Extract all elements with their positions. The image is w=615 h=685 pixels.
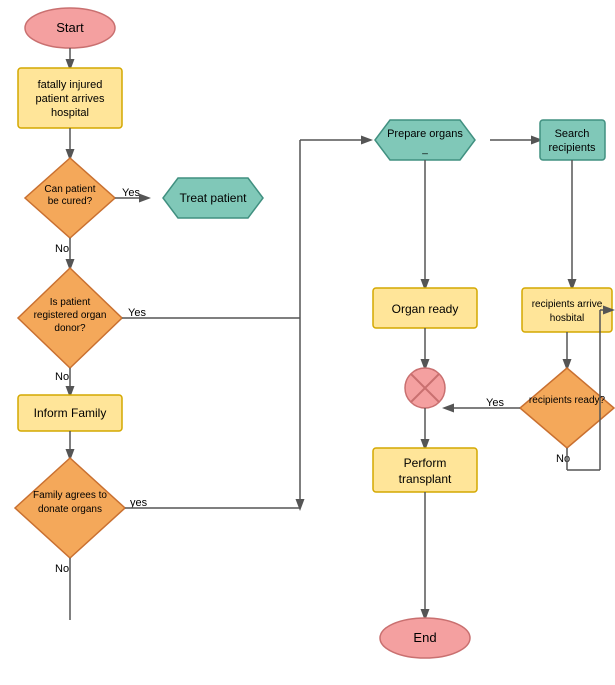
yes-cured-label: Yes bbox=[122, 187, 140, 199]
recipients-arrive-node bbox=[522, 288, 612, 332]
svg-text:Treat patient: Treat patient bbox=[180, 191, 248, 205]
fatally-injured-label: fatally injured bbox=[38, 79, 103, 91]
no-donor-label: No bbox=[55, 371, 69, 383]
no-ready-label: No bbox=[556, 453, 570, 465]
svg-text:recipients: recipients bbox=[548, 142, 596, 154]
svg-text:hospital: hospital bbox=[51, 107, 89, 119]
svg-text:Is patient: Is patient bbox=[50, 297, 91, 308]
search-recipients-node bbox=[540, 120, 605, 160]
svg-text:recipients ready?: recipients ready? bbox=[529, 395, 606, 406]
start-label: Start bbox=[56, 20, 84, 35]
svg-text:transplant: transplant bbox=[399, 472, 452, 486]
yes-donor-label: Yes bbox=[128, 307, 146, 319]
svg-text:donor?: donor? bbox=[54, 323, 86, 334]
svg-text:Can patient: Can patient bbox=[44, 184, 95, 195]
svg-text:Family agrees to: Family agrees to bbox=[33, 490, 107, 501]
svg-text:Prepare organs: Prepare organs bbox=[387, 128, 463, 140]
svg-text:End: End bbox=[413, 630, 436, 645]
svg-text:Perform: Perform bbox=[404, 456, 447, 470]
yes-ready-label: Yes bbox=[486, 397, 504, 409]
flowchart-diagram: Start fatally injured patient arrives ho… bbox=[0, 0, 615, 682]
no-cured-label: No bbox=[55, 243, 69, 255]
svg-text:hosbital: hosbital bbox=[550, 313, 584, 324]
svg-text:Search: Search bbox=[555, 128, 590, 140]
svg-text:donate organs: donate organs bbox=[38, 504, 102, 515]
yes-family-label: yes bbox=[130, 497, 148, 509]
svg-text:_: _ bbox=[421, 144, 428, 155]
svg-text:patient arrives: patient arrives bbox=[35, 93, 105, 105]
svg-text:recipients arrive: recipients arrive bbox=[532, 299, 603, 310]
svg-text:Inform Family: Inform Family bbox=[34, 406, 107, 420]
svg-text:Organ ready: Organ ready bbox=[392, 302, 459, 316]
no-family-label: No bbox=[55, 563, 69, 575]
svg-text:registered organ: registered organ bbox=[34, 310, 107, 321]
svg-text:be cured?: be cured? bbox=[48, 196, 93, 207]
